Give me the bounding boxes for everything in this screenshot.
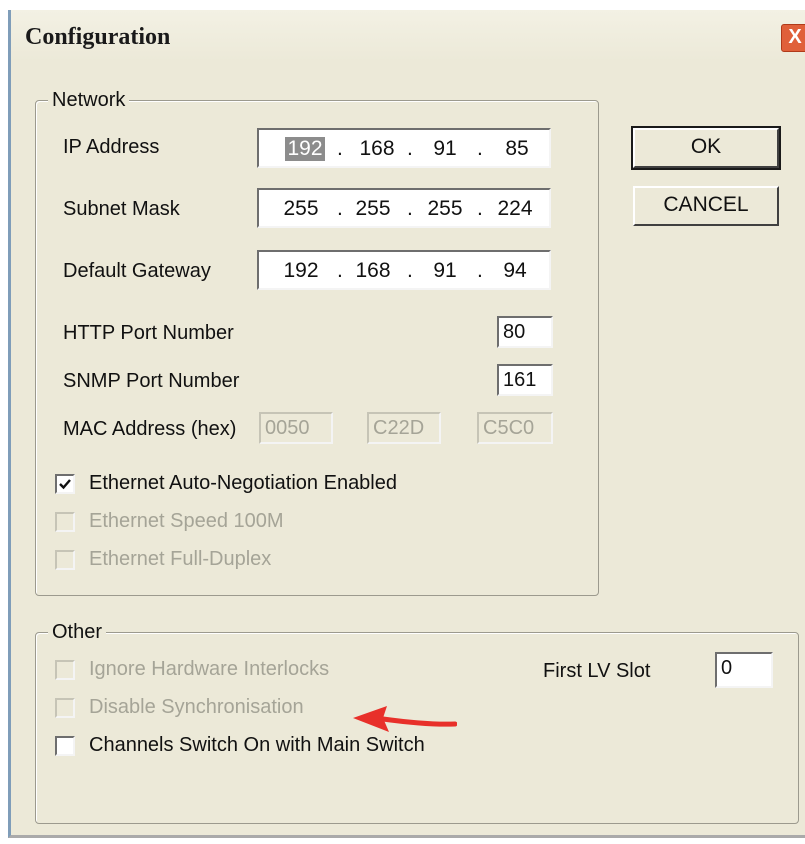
configuration-dialog: Configuration X Network IP Address 192 .…: [8, 10, 805, 838]
first-lv-slot-label: First LV Slot: [543, 660, 651, 682]
ip-octet-3: 91: [433, 137, 457, 160]
dot-separator: .: [337, 197, 343, 220]
subnet-octet-3: 255: [427, 197, 463, 220]
auto-negotiation-checkbox[interactable]: [55, 474, 75, 494]
default-gateway-label: Default Gateway: [63, 260, 211, 282]
default-gateway-input[interactable]: 192 . 168 . 91 . 94: [257, 250, 551, 290]
speed-100m-checkbox: [55, 512, 75, 532]
red-arrow-icon: [353, 706, 457, 732]
dialog-title: Configuration: [25, 24, 171, 50]
subnet-mask-input[interactable]: 255 . 255 . 255 . 224: [257, 188, 551, 228]
mac-address-label: MAC Address (hex): [63, 418, 237, 440]
mac-address-part-2: C22D: [367, 412, 441, 444]
ip-address-input[interactable]: 192 . 168 . 91 . 85: [257, 128, 551, 168]
snmp-port-input[interactable]: 161: [497, 364, 553, 396]
dot-separator: .: [337, 259, 343, 282]
ip-octet-2: 168: [359, 137, 395, 160]
ignore-interlocks-label: Ignore Hardware Interlocks: [89, 658, 330, 680]
dot-separator: .: [337, 137, 343, 160]
subnet-octet-1: 255: [283, 197, 319, 220]
disable-sync-label: Disable Synchronisation: [89, 696, 304, 718]
mac-address-part-1: 0050: [259, 412, 333, 444]
first-lv-slot-input[interactable]: 0: [715, 652, 773, 688]
snmp-port-label: SNMP Port Number: [63, 370, 240, 392]
dot-separator: .: [477, 259, 483, 282]
other-legend: Other: [48, 621, 107, 644]
ip-octet-1: 192: [285, 137, 325, 161]
dot-separator: .: [477, 137, 483, 160]
dot-separator: .: [477, 197, 483, 220]
speed-100m-label: Ethernet Speed 100M: [89, 510, 284, 532]
http-port-label: HTTP Port Number: [63, 322, 234, 344]
ip-octet-4: 85: [505, 137, 529, 160]
ip-address-label: IP Address: [63, 136, 160, 158]
gateway-octet-2: 168: [355, 259, 391, 282]
full-duplex-checkbox: [55, 550, 75, 570]
checkmark-icon: [59, 479, 71, 490]
auto-negotiation-label[interactable]: Ethernet Auto-Negotiation Enabled: [89, 472, 397, 495]
subnet-octet-4: 224: [497, 197, 533, 220]
subnet-mask-label: Subnet Mask: [63, 198, 180, 220]
network-legend: Network: [48, 89, 130, 112]
full-duplex-label: Ethernet Full-Duplex: [89, 548, 272, 570]
cancel-button[interactable]: CANCEL: [633, 186, 779, 226]
gateway-octet-4: 94: [503, 259, 527, 282]
http-port-input[interactable]: 80: [497, 316, 553, 348]
channels-switch-checkbox[interactable]: [55, 736, 75, 756]
ok-button[interactable]: OK: [631, 126, 781, 170]
disable-sync-checkbox: [55, 698, 75, 718]
subnet-octet-2: 255: [355, 197, 391, 220]
mac-address-part-3: C5C0: [477, 412, 553, 444]
gateway-octet-1: 192: [283, 259, 319, 282]
title-bar[interactable]: Configuration X: [11, 10, 805, 62]
dot-separator: .: [407, 197, 413, 220]
gateway-octet-3: 91: [433, 259, 457, 282]
dot-separator: .: [407, 259, 413, 282]
dot-separator: .: [407, 137, 413, 160]
close-button[interactable]: X: [781, 24, 805, 52]
ignore-interlocks-checkbox: [55, 660, 75, 680]
